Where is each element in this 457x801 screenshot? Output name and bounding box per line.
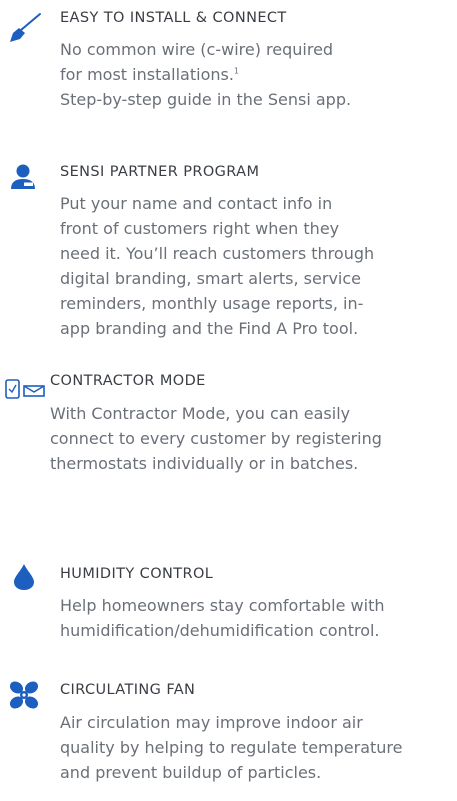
fan-icon	[9, 681, 39, 709]
person-icon	[11, 164, 35, 189]
footnote-marker: 1	[233, 66, 240, 76]
contractor-devices-icon	[5, 379, 45, 399]
feature-description: Air circulation may improve indoor air q…	[60, 713, 403, 782]
feature-title: CIRCULATING FAN	[60, 682, 196, 698]
feature-description: No common wire (c-wire) required for mos…	[60, 40, 352, 109]
feature-description: Help homeowners stay comfortable with hu…	[60, 596, 385, 640]
feature-title: SENSI PARTNER PROGRAM	[60, 164, 260, 180]
feature-title: HUMIDITY CONTROL	[60, 566, 214, 582]
water-drop-icon	[14, 564, 34, 590]
feature-description: With Contractor Mode, you can easily con…	[50, 404, 382, 473]
screwdriver-icon	[10, 13, 41, 42]
feature-title: CONTRACTOR MODE	[50, 373, 206, 389]
feature-title: EASY TO INSTALL & CONNECT	[60, 10, 287, 26]
feature-description: Put your name and contact info in front …	[60, 194, 375, 338]
